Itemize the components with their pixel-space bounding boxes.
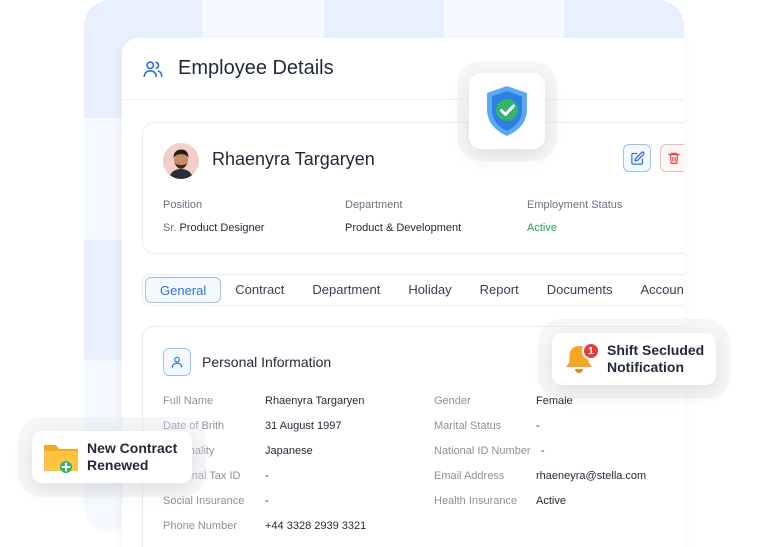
page-title: Employee Details: [178, 57, 334, 79]
tab-bar: General Contract Department Holiday Repo…: [142, 274, 684, 306]
position-value: Sr. Product Designer: [163, 222, 264, 234]
employee-name: Rhaenyra Targaryen: [212, 149, 375, 169]
position-title: Product Designer: [179, 222, 265, 234]
notification-toast[interactable]: 1 Shift Secluded Notification: [552, 333, 716, 385]
email-label: Email Address: [434, 470, 505, 482]
marital-status-value: -: [536, 420, 540, 432]
health-insurance-value: Active: [536, 495, 566, 507]
tab-general[interactable]: General: [145, 277, 222, 303]
delete-button[interactable]: [660, 144, 684, 172]
personal-information-title: Personal Information: [202, 354, 332, 370]
users-icon: [143, 60, 163, 77]
social-insurance-value: -: [265, 495, 269, 507]
phone-value: +44 3328 2939 3321: [265, 520, 367, 532]
employee-details-card: Employee Details Rhaenyra Targaryen Posi…: [122, 38, 684, 547]
security-badge: [469, 73, 545, 149]
trash-icon: [668, 152, 680, 164]
page-header: Employee Details: [122, 38, 684, 100]
tab-contract[interactable]: Contract: [221, 277, 298, 303]
position-prefix: Sr.: [163, 222, 177, 234]
employment-status-value: Active: [527, 222, 557, 234]
social-insurance-label: Social Insurance: [163, 495, 245, 507]
notification-line-2: Notification: [607, 359, 684, 375]
shield-check-icon: [487, 86, 527, 136]
contract-text: New Contract Renewed: [87, 440, 187, 474]
gender-label: Gender: [434, 395, 471, 407]
birth-date-value: 31 August 1997: [265, 420, 342, 432]
tab-holiday[interactable]: Holiday: [394, 277, 465, 303]
national-id-label: National ID Number: [434, 445, 531, 457]
contract-renewed-toast[interactable]: New Contract Renewed: [32, 431, 192, 483]
department-label: Department: [345, 199, 403, 211]
employee-profile-card: Rhaenyra Targaryen Position Sr. Product D…: [142, 122, 684, 254]
department-value: Product & Development: [345, 222, 462, 234]
nationality-value: Japanese: [265, 445, 313, 457]
national-id-value: -: [541, 445, 545, 457]
marital-status-label: Marital Status: [434, 420, 502, 432]
tab-department[interactable]: Department: [298, 277, 394, 303]
employment-status-label: Employment Status: [527, 199, 623, 211]
notification-count-badge: 1: [582, 342, 600, 360]
tab-report[interactable]: Report: [466, 277, 533, 303]
email-value: rhaeneyra@stella.com: [536, 470, 647, 482]
edit-button[interactable]: [623, 144, 651, 172]
full-name-value: Rhaenyra Targaryen: [265, 395, 365, 407]
user-icon: [163, 348, 191, 376]
folder-add-icon: [44, 445, 78, 473]
gender-value: Female: [536, 395, 573, 407]
phone-label: Phone Number: [163, 520, 237, 532]
notification-text: Shift Secluded Notification: [607, 342, 717, 376]
notification-line-1: Shift Secluded: [607, 342, 705, 358]
tax-id-value: -: [265, 470, 269, 482]
tab-documents[interactable]: Documents: [533, 277, 627, 303]
full-name-label: Full Name: [163, 395, 214, 407]
contract-line-2: Renewed: [87, 457, 149, 473]
edit-icon: [630, 151, 644, 165]
position-label: Position: [163, 199, 203, 211]
avatar: [163, 143, 199, 179]
tab-account[interactable]: Account: [626, 277, 684, 303]
contract-line-1: New Contract: [87, 440, 178, 456]
health-insurance-label: Health Insurance: [434, 495, 518, 507]
